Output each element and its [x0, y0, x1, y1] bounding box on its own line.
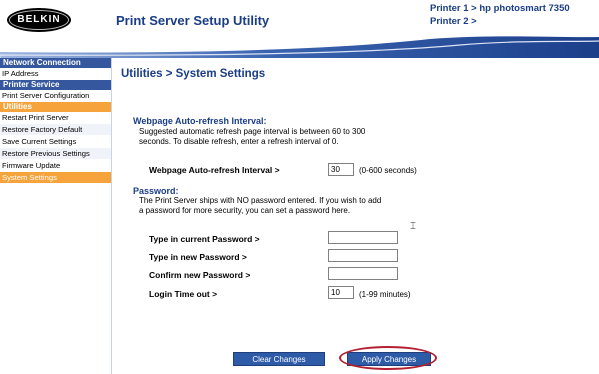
- new-password-input[interactable]: [328, 249, 398, 262]
- cursor-icon: ⌶: [410, 221, 416, 232]
- app-title: Print Server Setup Utility: [116, 13, 270, 28]
- login-timeout-hint: (1-99 minutes): [359, 290, 411, 299]
- sidebar-heading-network-connection: Network Connection: [0, 58, 111, 68]
- sidebar-item-ip-address[interactable]: IP Address: [0, 68, 111, 80]
- sidebar-item-restart-print-server[interactable]: Restart Print Server: [0, 112, 111, 124]
- sidebar: Network Connection IP Address Printer Se…: [0, 58, 112, 374]
- sidebar-heading-utilities: Utilities: [0, 102, 111, 112]
- login-timeout-input[interactable]: [328, 286, 354, 299]
- main-content: Utilities > System Settings Webpage Auto…: [113, 58, 599, 374]
- refresh-section-heading: Webpage Auto-refresh Interval:: [133, 116, 267, 126]
- sidebar-item-restore-factory-default[interactable]: Restore Factory Default: [0, 124, 111, 136]
- sidebar-item-system-settings[interactable]: System Settings: [0, 172, 111, 184]
- apply-button-highlight-ring: [339, 346, 437, 370]
- page-title: Utilities > System Settings: [121, 68, 266, 80]
- current-password-label: Type in current Password >: [149, 234, 260, 244]
- refresh-description-line-2: seconds. To disable refresh, enter a ref…: [139, 137, 339, 146]
- refresh-interval-label: Webpage Auto-refresh Interval >: [149, 165, 280, 175]
- refresh-description-line-1: Suggested automatic refresh page interva…: [139, 127, 366, 136]
- confirm-password-input[interactable]: [328, 267, 398, 280]
- refresh-interval-hint: (0-600 seconds): [359, 166, 417, 175]
- sidebar-item-restore-previous-settings[interactable]: Restore Previous Settings: [0, 148, 111, 160]
- confirm-password-label: Confirm new Password >: [149, 270, 251, 280]
- sidebar-heading-printer-service: Printer Service: [0, 80, 111, 90]
- password-description-line-1: The Print Server ships with NO password …: [139, 196, 382, 205]
- refresh-interval-input[interactable]: [328, 163, 354, 176]
- sidebar-item-print-server-configuration[interactable]: Print Server Configuration: [0, 90, 111, 102]
- login-timeout-label: Login Time out >: [149, 289, 218, 299]
- password-section-heading: Password:: [133, 186, 179, 196]
- belkin-logo: BELKIN: [7, 8, 71, 32]
- printer-list: Printer 1 > hp photosmart 7350 Printer 2…: [430, 2, 570, 28]
- new-password-label: Type in new Password >: [149, 252, 247, 262]
- printer-1-link[interactable]: Printer 1 > hp photosmart 7350: [430, 2, 570, 15]
- sidebar-item-firmware-update[interactable]: Firmware Update: [0, 160, 111, 172]
- current-password-input[interactable]: [328, 231, 398, 244]
- header-swoosh-decoration: [0, 36, 599, 58]
- password-description-line-2: a password for more security, you can se…: [139, 206, 351, 215]
- printer-2-link[interactable]: Printer 2 >: [430, 15, 570, 28]
- clear-changes-button[interactable]: Clear Changes: [233, 352, 325, 366]
- sidebar-item-save-current-settings[interactable]: Save Current Settings: [0, 136, 111, 148]
